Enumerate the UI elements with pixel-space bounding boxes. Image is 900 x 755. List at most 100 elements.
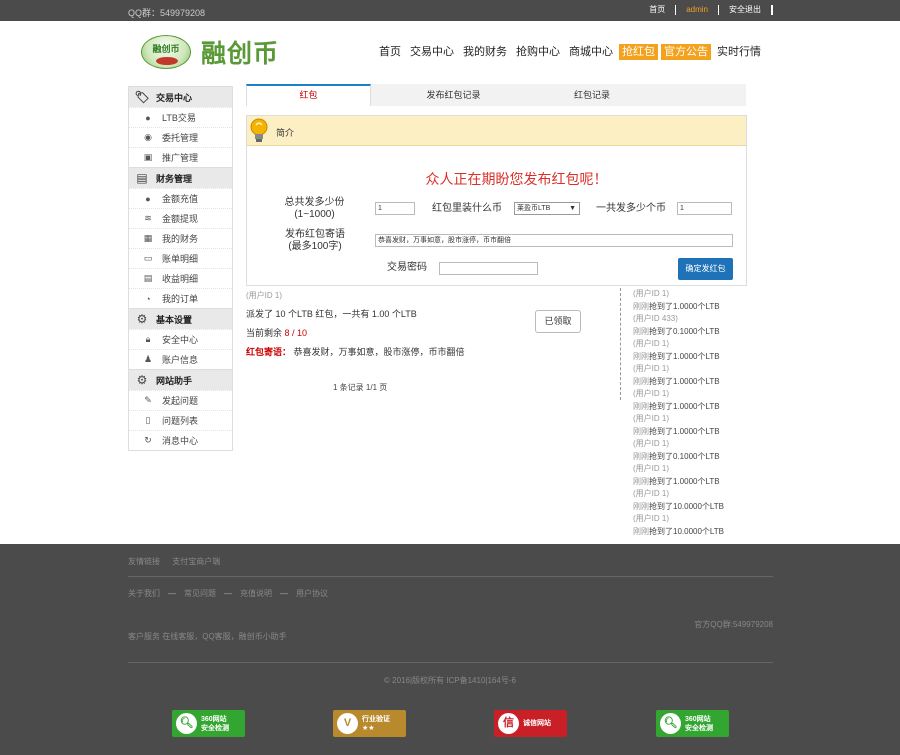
- qq-group-text: QQ群：549979208: [128, 8, 206, 18]
- password-label: 交易密码: [387, 262, 427, 273]
- sidebar-item-label: 我的订单: [162, 294, 199, 304]
- coin-select-value: 莱盈币LTB: [517, 205, 551, 212]
- sidebar-item-bills[interactable]: ▭ 账单明细: [129, 248, 232, 268]
- feed-amount: 抢到了1.0000个LTB: [649, 401, 720, 411]
- remaining-value: 8 / 10: [284, 328, 308, 338]
- feed-amount: 抢到了1.0000个LTB: [649, 376, 720, 386]
- total-label: 总共发多少份: [284, 197, 345, 208]
- feed-time: 刚刚: [633, 376, 649, 386]
- sidebar-item-label: 委托管理: [162, 133, 199, 143]
- feed-time: 刚刚: [633, 451, 649, 461]
- v-check-icon: V: [337, 713, 358, 734]
- sidebar-item-recharge[interactable]: ● 金额充值: [129, 188, 232, 208]
- sidebar-item-account-info[interactable]: ♟ 账户信息: [129, 349, 232, 369]
- feed-user: (用户ID 1): [633, 339, 669, 348]
- nav-my-finance[interactable]: 我的财务: [460, 44, 510, 60]
- nav-announcement[interactable]: 官方公告: [661, 44, 711, 60]
- feed-amount: 抢到了10.0000个LTB: [649, 501, 724, 511]
- tab-published-records[interactable]: 发布红包记录: [371, 84, 536, 106]
- sidebar-item-question-list[interactable]: ▯ 问题列表: [129, 410, 232, 430]
- top-link-admin[interactable]: admin: [676, 5, 719, 15]
- sidebar-item-messages[interactable]: ↻ 消息中心: [129, 430, 232, 450]
- sidebar-item-ask-question[interactable]: ✎ 发起问题: [129, 390, 232, 410]
- sidebar-item-security[interactable]: 🔒︎ 安全中心: [129, 329, 232, 349]
- footer-link-faq[interactable]: 常见问题: [184, 588, 216, 599]
- edit-icon: ✎: [144, 395, 152, 405]
- feed-amount: 抢到了0.1000个LTB: [649, 326, 720, 336]
- total-range: (1~1000): [294, 209, 335, 220]
- sidebar-item-my-orders[interactable]: ◔ 我的订单: [129, 288, 232, 308]
- badge-text-1: 行业验证: [362, 715, 390, 723]
- footer-qq-group: 官方QQ群:549979208: [694, 620, 773, 629]
- feed-user: (用户ID 1): [633, 489, 669, 498]
- message-input[interactable]: 恭喜发财，万事如意，股市涨停，币市翻倍: [375, 234, 733, 247]
- nav-mall-center[interactable]: 商城中心: [566, 44, 616, 60]
- sidebar-item-label: 安全中心: [162, 335, 199, 345]
- feed-user: (用户ID 1): [633, 439, 669, 448]
- sidebar-item-withdraw[interactable]: ≋ 金额提现: [129, 208, 232, 228]
- confirm-publish-button[interactable]: 确定发红包: [678, 258, 733, 280]
- refresh-icon: ↻: [144, 435, 152, 445]
- total-count-input[interactable]: 1: [375, 202, 415, 215]
- tab-red-packet[interactable]: 红包: [246, 84, 371, 106]
- sidebar-item-label: 账户信息: [162, 355, 199, 365]
- gear-icon: ⚙: [136, 373, 148, 387]
- nav-purchase-center[interactable]: 抢购中心: [513, 44, 563, 60]
- feed-time: 刚刚: [633, 351, 649, 361]
- friend-link-alipay[interactable]: 支付宝商户端: [172, 557, 220, 566]
- top-link-logout[interactable]: 安全退出: [719, 5, 773, 15]
- list-icon: ▤: [143, 273, 153, 283]
- sidebar-section-title: 交易中心: [156, 92, 193, 103]
- nav-red-packet[interactable]: 抢红包: [619, 44, 658, 60]
- sidebar-item-my-finance[interactable]: ▦ 我的财务: [129, 228, 232, 248]
- sidebar-item-label: 账单明细: [162, 254, 199, 264]
- sidebar-section-assistant: ⚙ 网站助手: [129, 369, 232, 390]
- badge-text-1: 诚信网站: [523, 720, 551, 727]
- sidebar-section-finance: ▤ 财务管理: [129, 167, 232, 188]
- sidebar-item-label: 金额充值: [162, 194, 199, 204]
- red-packet-tabs: 红包 发布红包记录 红包记录: [246, 84, 746, 106]
- message-label: 发布红包寄语: [285, 229, 345, 240]
- sidebar-item-ltb-trade[interactable]: ● LTB交易: [129, 107, 232, 127]
- feed-grab-text: 刚刚抢到了1.0000个LTB: [633, 401, 753, 414]
- feed-divider: [620, 288, 621, 400]
- feed-time: 刚刚: [633, 326, 649, 336]
- site-logo[interactable]: 融创币 融创币: [141, 34, 279, 70]
- footer-link-recharge-help[interactable]: 充值说明: [240, 588, 272, 599]
- blessing-label: 红包寄语：: [246, 347, 292, 357]
- sidebar-item-income[interactable]: ▤ 收益明细: [129, 268, 232, 288]
- nav-market[interactable]: 实时行情: [714, 44, 764, 60]
- footer-link-about[interactable]: 关于我们: [128, 588, 160, 599]
- panel-header: 简介: [247, 116, 746, 146]
- sidebar-item-label: 我的财务: [162, 234, 199, 244]
- slogan: 众人正在期盼您发布红包呢！: [425, 171, 608, 187]
- password-input[interactable]: [439, 262, 538, 275]
- feed-grab-text: 刚刚抢到了1.0000个LTB: [633, 426, 753, 439]
- badge-360-safe[interactable]: 🔍︎ 360网站 安全检测: [172, 710, 245, 737]
- claimed-button[interactable]: 已领取: [535, 310, 581, 333]
- footer-separator: —: [168, 589, 176, 598]
- lock-icon: 🔒︎: [145, 334, 151, 344]
- sidebar-item-orders-manage[interactable]: ◉ 委托管理: [129, 127, 232, 147]
- badge-trusted-site[interactable]: 信 诚信网站: [494, 710, 567, 737]
- footer-link-agreement[interactable]: 用户协议: [296, 588, 328, 599]
- amount-input[interactable]: 1: [677, 202, 732, 215]
- copyright: © 2016|版权所有 ICP备1410|164号-6: [384, 676, 516, 685]
- pagination: 1 条记录 1/1 页: [333, 383, 388, 392]
- coin-select[interactable]: 莱盈币LTB ▼: [514, 202, 580, 215]
- sidebar-item-label: 发起问题: [162, 396, 199, 406]
- publish-panel: 简介 众人正在期盼您发布红包呢！ 总共发多少份 (1~1000) 1 红包里装什…: [246, 115, 747, 286]
- tab-packet-records[interactable]: 红包记录: [536, 84, 648, 106]
- badge-industry-verify[interactable]: V 行业验证 ★★: [333, 710, 406, 737]
- top-link-home[interactable]: 首页: [639, 5, 677, 15]
- sidebar-item-promotion[interactable]: ▣ 推广管理: [129, 147, 232, 167]
- sidebar-section-title: 财务管理: [156, 173, 193, 184]
- friend-links-label: 友情链接: [128, 557, 160, 566]
- nav-trade-center[interactable]: 交易中心: [407, 44, 457, 60]
- monitor-icon: ▭: [143, 253, 153, 263]
- message-label-block: 发布红包寄语 (最多100字): [274, 229, 356, 253]
- nav-home[interactable]: 首页: [376, 44, 404, 60]
- badge-360-safe-2[interactable]: 🔍︎ 360网站 安全检测: [656, 710, 729, 737]
- logo-name: 融创币: [201, 40, 280, 68]
- blessing-text: 恭喜发财，万事如意，股市涨停，币市翻倍: [293, 347, 465, 357]
